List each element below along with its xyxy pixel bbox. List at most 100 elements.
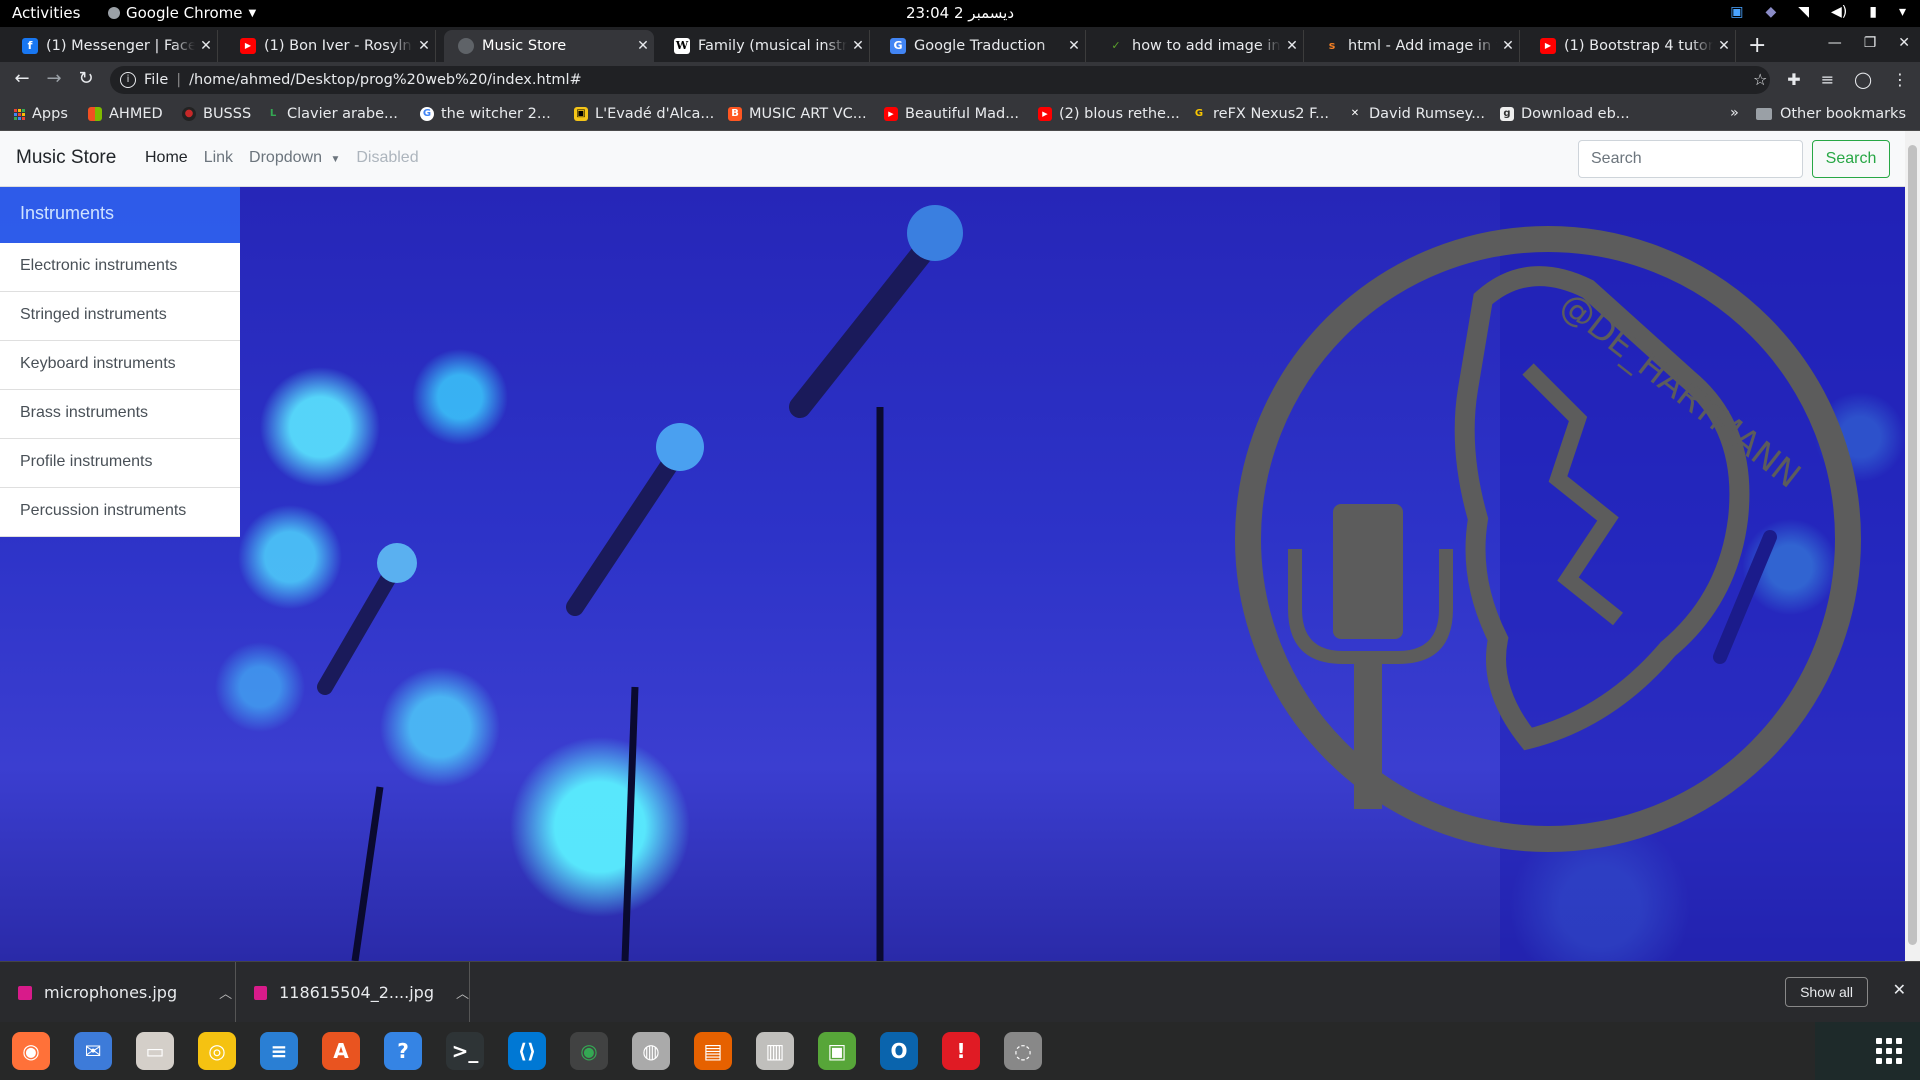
chevron-up-icon[interactable]: ︿	[456, 983, 469, 1002]
sidebar-item-brass[interactable]: Brass instruments	[0, 390, 240, 439]
menu-kebab-icon[interactable]: ⋮	[1892, 70, 1908, 89]
show-all-button[interactable]: Show all	[1785, 977, 1868, 1007]
close-icon[interactable]: ✕	[1713, 38, 1735, 54]
system-tray[interactable]: ▣ ◆ ◥ ◀) ▮ ▾	[1730, 4, 1906, 20]
dock: ◉ ✉ ▭ ◎ ≡ A? >_ ⟨⟩ ◉ ◍ ▤ ▥ ▣ O! ◌	[0, 1022, 1920, 1080]
page-scrollbar[interactable]	[1905, 131, 1920, 961]
sidebar-item-profile[interactable]: Profile instruments	[0, 439, 240, 488]
tab-google-traduction[interactable]: G Google Traduction ✕	[876, 30, 1086, 62]
media-control-icon[interactable]: ≡	[1821, 70, 1834, 89]
tab-family-wikipedia[interactable]: W Family (musical instrument) ✕	[660, 30, 870, 62]
tab-bon-iver[interactable]: ▶ (1) Bon Iver - Rosyln (audio) ✕	[226, 30, 436, 62]
help-icon[interactable]: ?	[384, 1032, 422, 1070]
tab-add-image-html[interactable]: ✓ how to add image in html ✕	[1094, 30, 1304, 62]
close-icon[interactable]: ✕	[195, 38, 217, 54]
rhythmbox-icon[interactable]: ◎	[198, 1032, 236, 1070]
tab-messenger[interactable]: f (1) Messenger | Facebook ✕	[8, 30, 218, 62]
clock[interactable]: 23:04 2 ديسمبر	[0, 4, 1920, 22]
vscode-icon[interactable]: ⟨⟩	[508, 1032, 546, 1070]
power-menu-icon[interactable]: ▾	[1899, 4, 1906, 20]
archive-icon[interactable]: ▥	[756, 1032, 794, 1070]
bookmark-beautiful-mad[interactable]: ▶ Beautiful Mad...	[884, 106, 1019, 122]
download-item[interactable]: microphones.jpg ︿	[0, 962, 236, 1023]
close-icon[interactable]: ✕	[1281, 38, 1303, 54]
terminal-icon[interactable]: >_	[446, 1032, 484, 1070]
bookmark-ahmed[interactable]: AHMED	[88, 106, 163, 122]
bookmark-download-eb[interactable]: g Download eb...	[1500, 106, 1630, 122]
youtube-icon: ▶	[1038, 107, 1052, 121]
show-applications-icon[interactable]	[1876, 1038, 1902, 1064]
bookmark-label: (2) blous rethe...	[1059, 106, 1180, 122]
disk-icon[interactable]: ◍	[632, 1032, 670, 1070]
chevron-more-icon[interactable]: »	[1730, 105, 1739, 121]
search-button[interactable]: Search	[1812, 140, 1890, 178]
teams-tray-icon[interactable]: ◆	[1765, 4, 1776, 20]
sidebar-item-stringed[interactable]: Stringed instruments	[0, 292, 240, 341]
camera-icon[interactable]: ◌	[1004, 1032, 1042, 1070]
bookmark-busss[interactable]: ● BUSSS	[182, 106, 251, 122]
chevron-up-icon[interactable]: ︿	[219, 983, 232, 1002]
bookmark-music-art[interactable]: B MUSIC ART VC...	[728, 106, 867, 122]
close-icon[interactable]: ✕	[1063, 38, 1085, 54]
firefox-icon[interactable]: ◉	[12, 1032, 50, 1070]
image-viewer-icon[interactable]: ▣	[818, 1032, 856, 1070]
impress-icon[interactable]: ▤	[694, 1032, 732, 1070]
new-tab-icon[interactable]: +	[1748, 33, 1766, 58]
bookmark-levade[interactable]: ▣ L'Evadé d'Alca...	[574, 106, 714, 122]
stackoverflow-icon: s	[1328, 39, 1336, 52]
writer-icon[interactable]: ≡	[260, 1032, 298, 1070]
reload-icon[interactable]: ↻	[74, 68, 98, 89]
software-icon[interactable]: A	[322, 1032, 360, 1070]
back-icon[interactable]: ←	[10, 68, 34, 89]
bookmark-the-witcher[interactable]: G the witcher 2...	[420, 106, 551, 122]
close-icon[interactable]: ✕	[1893, 980, 1906, 999]
tab-title: Family (musical instrument)	[698, 38, 847, 54]
volume-icon[interactable]: ◀)	[1831, 4, 1847, 20]
chrome-icon[interactable]: ◉	[570, 1032, 608, 1070]
sidebar-item-percussion[interactable]: Percussion instruments	[0, 488, 240, 537]
scrollbar-thumb[interactable]	[1908, 145, 1917, 945]
battery-icon[interactable]: ▮	[1869, 4, 1877, 20]
wifi-icon[interactable]: ◥	[1798, 4, 1809, 20]
bookmark-label: AHMED	[109, 106, 163, 122]
thunderbird-icon[interactable]: ✉	[74, 1032, 112, 1070]
tab-title: Google Traduction	[914, 38, 1046, 54]
tab-stackoverflow[interactable]: s html - Add image in title ✕	[1310, 30, 1520, 62]
maximize-icon[interactable]: ❐	[1864, 35, 1877, 51]
url-text[interactable]: /home/ahmed/Desktop/prog%20web%20/index.…	[189, 72, 581, 88]
brand-link[interactable]: Music Store	[16, 147, 116, 169]
search-input[interactable]	[1578, 140, 1803, 178]
alert-icon[interactable]: !	[942, 1032, 980, 1070]
nav-home[interactable]: Home	[145, 149, 188, 167]
tab-bootstrap-tutorial[interactable]: ▶ (1) Bootstrap 4 tutorial ✕	[1526, 30, 1736, 62]
minimize-icon[interactable]: —	[1828, 35, 1842, 51]
sidebar-item-electronic[interactable]: Electronic instruments	[0, 243, 240, 292]
nav-link[interactable]: Link	[204, 149, 233, 167]
tab-music-store[interactable]: Music Store ✕	[444, 30, 654, 62]
address-bar[interactable]: i File | /home/ahmed/Desktop/prog%20web%…	[110, 66, 1770, 94]
bookmark-blous[interactable]: ▶ (2) blous rethe...	[1038, 106, 1180, 122]
bookmark-refx-nexus[interactable]: G reFX Nexus2 F...	[1192, 106, 1329, 122]
extensions-icon[interactable]: ✚	[1787, 70, 1800, 89]
download-item[interactable]: 118615504_2....jpg ︿	[236, 962, 470, 1023]
outlook-icon[interactable]: O	[880, 1032, 918, 1070]
close-icon[interactable]: ✕	[413, 38, 435, 54]
profile-icon[interactable]: ◯	[1854, 70, 1872, 89]
outlook-tray-icon[interactable]: ▣	[1730, 4, 1743, 20]
bookmark-apps[interactable]: Apps	[14, 106, 68, 122]
bookmark-label: L'Evadé d'Alca...	[595, 106, 715, 122]
forward-icon[interactable]: →	[42, 68, 66, 89]
bookmark-clavier-arabe[interactable]: L Clavier arabe...	[266, 106, 398, 122]
other-bookmarks[interactable]: Other bookmarks	[1755, 106, 1906, 122]
sidebar-heading[interactable]: Instruments	[0, 187, 240, 243]
nav-dropdown[interactable]: Dropdown ▼	[249, 149, 340, 167]
bookmark-david-rumsey[interactable]: ✕ David Rumsey...	[1348, 106, 1485, 122]
close-icon[interactable]: ✕	[847, 38, 869, 54]
close-icon[interactable]: ✕	[1497, 38, 1519, 54]
info-icon[interactable]: i	[120, 72, 136, 88]
star-icon[interactable]: ☆	[1753, 70, 1767, 89]
close-icon[interactable]: ✕	[632, 38, 654, 54]
close-window-icon[interactable]: ✕	[1898, 35, 1910, 51]
files-icon[interactable]: ▭	[136, 1032, 174, 1070]
sidebar-item-keyboard[interactable]: Keyboard instruments	[0, 341, 240, 390]
